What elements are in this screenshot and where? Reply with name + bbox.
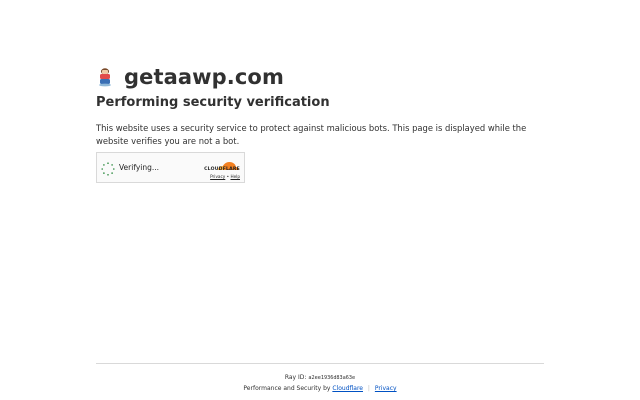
widget-links: Privacy • Help — [210, 174, 240, 179]
site-favicon-icon — [96, 67, 114, 87]
footer-privacy-link[interactable]: Privacy — [375, 385, 397, 392]
widget-help-link[interactable]: Help — [230, 174, 240, 179]
main-content: getaawp.com Performing security verifica… — [96, 60, 546, 147]
ray-id-value: a2ee1936d83a63e — [308, 375, 356, 381]
footer-divider: | — [367, 385, 370, 392]
verification-widget[interactable]: Verifying... CLOUDFLARE Privacy • Help — [96, 152, 245, 183]
cloudflare-link[interactable]: Cloudflare — [332, 385, 363, 392]
performance-line: Performance and Security by Cloudflare |… — [96, 385, 544, 392]
cloudflare-wordmark: CLOUDFLARE — [204, 167, 240, 172]
widget-privacy-link[interactable]: Privacy — [210, 174, 225, 179]
spinner-icon — [101, 161, 115, 176]
footer: Ray ID: a2ee1936d83a63e Performance and … — [96, 363, 544, 392]
site-header: getaawp.com — [96, 60, 546, 94]
page-heading: Performing security verification — [96, 95, 330, 110]
verifying-status: Verifying... — [119, 163, 160, 172]
performance-text: Performance and Security by — [243, 385, 331, 392]
widget-link-separator: • — [226, 174, 230, 179]
site-title: getaawp.com — [124, 65, 284, 89]
security-verification-page: getaawp.com Performing security verifica… — [0, 0, 640, 400]
ray-id-line: Ray ID: a2ee1936d83a63e — [96, 374, 544, 381]
ray-id-label: Ray ID: — [284, 374, 307, 381]
page-description: This website uses a security service to … — [96, 123, 527, 146]
